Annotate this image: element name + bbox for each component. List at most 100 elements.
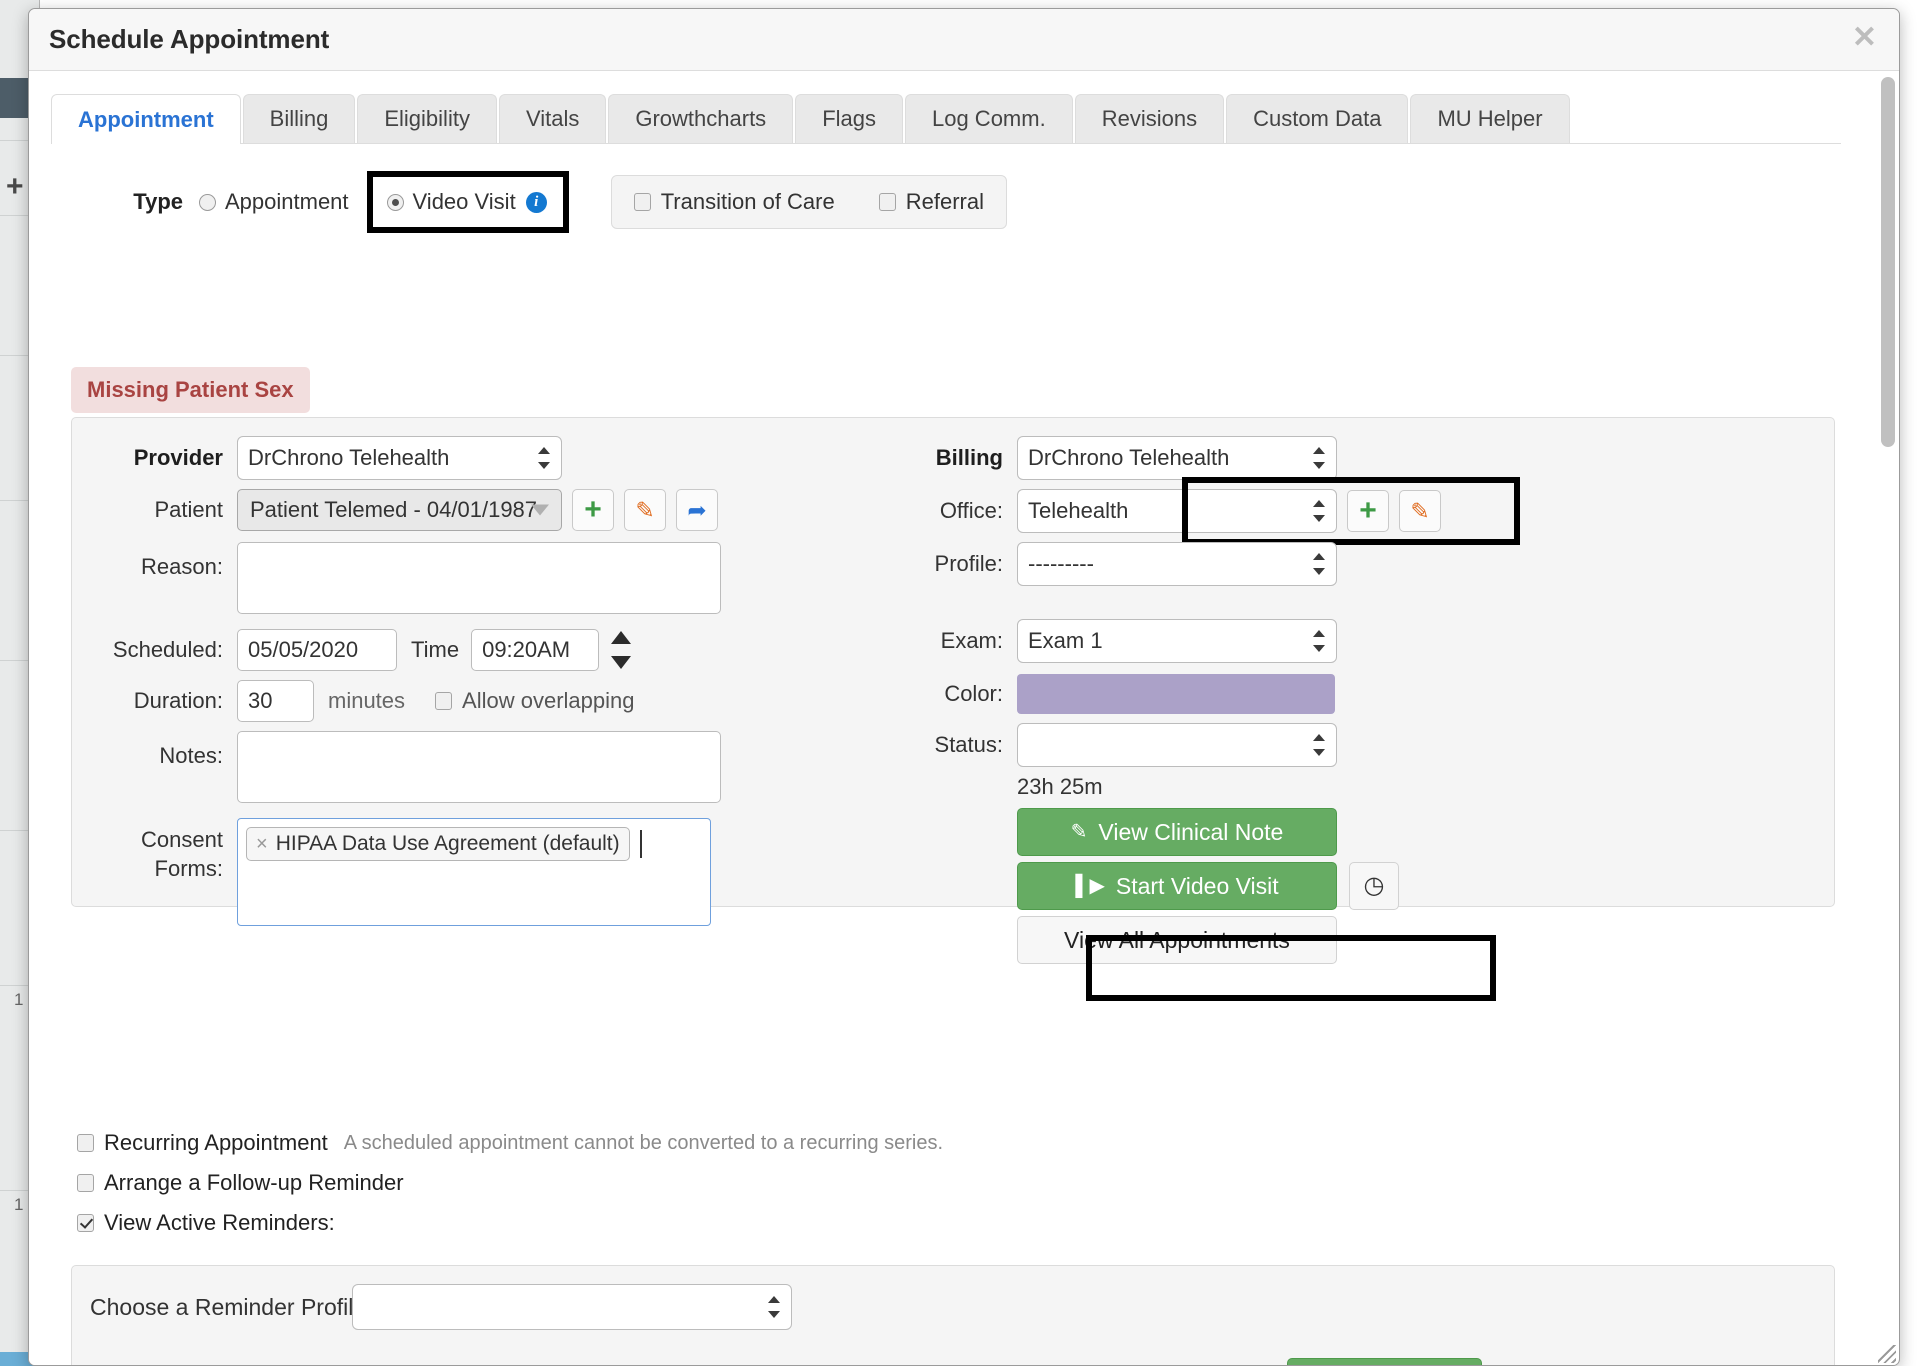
checkbox-view-active-reminders[interactable]: View Active Reminders: xyxy=(77,1210,943,1236)
tab-eligibility[interactable]: Eligibility xyxy=(357,94,497,143)
radio-video-visit-indicator[interactable] xyxy=(386,193,404,211)
tab-billing[interactable]: Billing xyxy=(242,94,356,143)
color-swatch[interactable] xyxy=(1017,674,1335,714)
billing-row: Billing DrChrono Telehealth xyxy=(887,436,1337,480)
profile-select[interactable]: --------- xyxy=(1017,542,1337,586)
radio-appointment[interactable]: Appointment xyxy=(199,189,349,215)
scheduled-row: Scheduled: Time xyxy=(72,629,632,671)
checkbox-referral-box[interactable] xyxy=(878,193,896,211)
checkbox-view-active-reminders-box[interactable] xyxy=(77,1214,94,1232)
edit-patient-button[interactable]: ✎ xyxy=(624,489,666,531)
patient-select[interactable]: Patient Telemed - 04/01/1987 xyxy=(237,489,562,531)
office-row: Office: Telehealth + ✎ xyxy=(887,477,1520,545)
chevron-updown-icon xyxy=(1313,732,1325,758)
provider-label: Provider xyxy=(133,445,223,470)
tab-custom-data[interactable]: Custom Data xyxy=(1226,94,1409,143)
tab-bar: Appointment Billing Eligibility Vitals G… xyxy=(51,94,1841,144)
status-label: Status: xyxy=(934,732,1003,757)
modal-header: Schedule Appointment ✕ xyxy=(29,9,1899,71)
tab-revisions[interactable]: Revisions xyxy=(1074,94,1225,143)
calendar-hour-label: 1 xyxy=(14,1195,24,1214)
modal-scrollbar[interactable] xyxy=(1876,72,1898,1365)
checkbox-arrange-followup[interactable]: Arrange a Follow-up Reminder xyxy=(77,1170,943,1196)
status-badge: Missing Patient Sex xyxy=(71,367,310,413)
start-video-visit-button[interactable]: ▌▶ Start Video Visit xyxy=(1017,862,1337,910)
profile-label: Profile: xyxy=(934,551,1003,576)
add-patient-button[interactable]: + xyxy=(572,489,614,531)
page-title: Schedule Appointment xyxy=(49,24,330,54)
close-icon[interactable]: × xyxy=(256,833,268,856)
pencil-icon: ✎ xyxy=(635,496,655,523)
appointment-type-row: Type Appointment Video Visit i Transitio… xyxy=(51,171,1007,233)
radio-appointment-label: Appointment xyxy=(225,189,349,214)
checkbox-transition-of-care-box[interactable] xyxy=(633,193,651,211)
consent-forms-input[interactable]: × HIPAA Data Use Agreement (default) xyxy=(237,818,711,926)
clock-icon: ◷ xyxy=(1363,872,1385,899)
checkbox-transition-of-care[interactable]: Transition of Care xyxy=(633,189,835,215)
tab-vitals[interactable]: Vitals xyxy=(498,94,607,143)
radio-video-visit[interactable]: Video Visit xyxy=(386,189,516,215)
chevron-updown-icon xyxy=(538,445,550,471)
billing-select[interactable]: DrChrono Telehealth xyxy=(1017,436,1337,480)
provider-row: Provider DrChrono Telehealth xyxy=(72,436,562,480)
resize-handle[interactable] xyxy=(1878,1345,1896,1363)
checkbox-allow-overlapping-box[interactable] xyxy=(435,692,453,710)
new-reminder-button[interactable]: + New Reminder xyxy=(1287,1358,1482,1365)
duration-label: Duration: xyxy=(133,688,223,713)
schedule-later-button[interactable]: ◷ xyxy=(1349,862,1399,910)
checkbox-referral[interactable]: Referral xyxy=(878,189,984,215)
checkbox-recurring-appointment-box[interactable] xyxy=(77,1134,94,1152)
tab-label: Log Comm. xyxy=(931,106,1046,131)
tab-growthcharts[interactable]: Growthcharts xyxy=(608,94,794,143)
reminder-profile-select[interactable] xyxy=(352,1284,792,1330)
checkbox-arrange-followup-box[interactable] xyxy=(77,1174,94,1192)
tab-label: Appointment xyxy=(78,106,214,132)
view-clinical-note-button[interactable]: ✎ View Clinical Note xyxy=(1017,808,1337,856)
edit-office-button[interactable]: ✎ xyxy=(1399,490,1441,532)
tab-flags[interactable]: Flags xyxy=(795,94,903,143)
tab-appointment[interactable]: Appointment xyxy=(51,94,241,144)
share-patient-button[interactable]: ➦ xyxy=(676,489,718,531)
reason-input[interactable] xyxy=(237,542,721,614)
tab-log-comm[interactable]: Log Comm. xyxy=(904,94,1073,143)
scrollbar-thumb[interactable] xyxy=(1881,77,1895,447)
status-select[interactable] xyxy=(1017,723,1337,767)
checkbox-allow-overlapping[interactable]: Allow overlapping xyxy=(435,688,634,714)
provider-select[interactable]: DrChrono Telehealth xyxy=(237,436,562,480)
time-input[interactable] xyxy=(471,629,600,671)
scheduled-date-input[interactable] xyxy=(237,629,397,671)
checkbox-arrange-followup-label: Arrange a Follow-up Reminder xyxy=(104,1170,404,1195)
checkbox-transition-of-care-label: Transition of Care xyxy=(660,189,835,214)
tab-label: Growthcharts xyxy=(635,106,767,131)
tab-label: Vitals xyxy=(525,106,580,131)
time-label: Time xyxy=(411,637,460,662)
add-office-button[interactable]: + xyxy=(1347,490,1389,532)
share-icon: ➦ xyxy=(687,496,707,523)
text-caret xyxy=(639,830,642,858)
duration-input[interactable] xyxy=(237,680,314,722)
checkbox-recurring-appointment[interactable]: Recurring Appointment A scheduled appoin… xyxy=(77,1130,943,1156)
office-value: Telehealth xyxy=(1028,498,1129,523)
elapsed-time-label: 23h 25m xyxy=(1017,774,1103,799)
consent-form-chip[interactable]: × HIPAA Data Use Agreement (default) xyxy=(246,827,630,861)
plus-icon: + xyxy=(584,493,602,526)
calendar-hour-label: 1 xyxy=(14,990,24,1009)
time-stepper[interactable] xyxy=(611,631,632,669)
radio-appointment-indicator[interactable] xyxy=(199,193,216,211)
view-all-appointments-button[interactable]: View All Appointments xyxy=(1017,916,1337,964)
scheduled-label: Scheduled: xyxy=(112,637,223,662)
calendar-add-icon[interactable]: + xyxy=(6,172,24,202)
checkbox-allow-overlapping-label: Allow overlapping xyxy=(462,688,635,713)
plus-icon: + xyxy=(1359,494,1377,527)
exam-value: Exam 1 xyxy=(1028,628,1103,653)
close-icon[interactable]: ✕ xyxy=(1852,23,1877,53)
office-select[interactable]: Telehealth xyxy=(1017,489,1337,533)
tab-mu-helper[interactable]: MU Helper xyxy=(1410,94,1570,143)
exam-select[interactable]: Exam 1 xyxy=(1017,619,1337,663)
notes-row: Notes: xyxy=(72,731,721,803)
provider-value: DrChrono Telehealth xyxy=(248,445,450,470)
info-icon[interactable]: i xyxy=(525,191,547,213)
checkbox-view-active-reminders-label: View Active Reminders: xyxy=(104,1210,335,1235)
type-label: Type xyxy=(133,189,183,214)
notes-input[interactable] xyxy=(237,731,721,803)
